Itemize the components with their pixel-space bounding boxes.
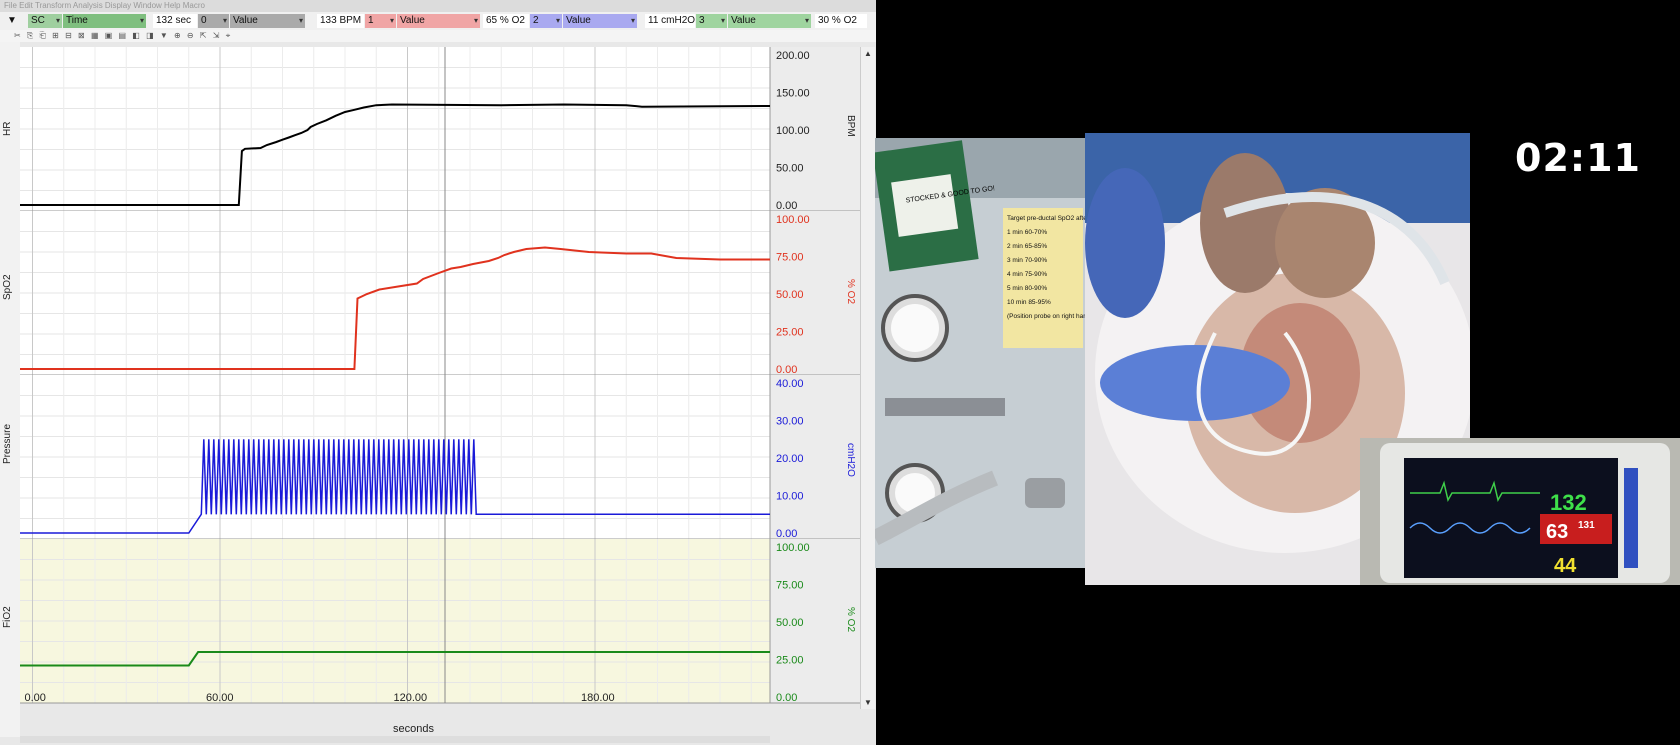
channel-bar-cell[interactable]: 133 BPM [317,14,364,28]
scale-tick-label: 0.00 [776,692,797,704]
scale-tick-label: 100.00 [776,125,810,137]
vent-card-line: 1 min 60-70% [1007,229,1047,236]
scale-tick-label: 25.00 [776,655,804,667]
unit-label: BPM [845,115,856,137]
channel-bar-cell[interactable]: 3 [696,14,727,28]
channel-bar-cell[interactable]: 30 % O2 [815,14,867,28]
scale-tick-label: 75.00 [776,252,804,264]
scroll-up-icon[interactable]: ▲ [864,49,872,58]
labchart-window: File Edit Transform Analysis Display Win… [0,0,876,745]
channel-title[interactable]: FiO2 [2,606,13,628]
menu-bar[interactable]: File Edit Transform Analysis Display Win… [0,0,876,12]
channel-bar-cell[interactable]: 65 % O2 [483,14,529,28]
channel-bar-cell[interactable]: Value [230,14,305,28]
channel-value-bar: SCTime132 sec0Value133 BPM1Value65 % O22… [0,12,876,30]
monitor-hr-value: 132 [1550,490,1587,515]
monitor-bp-value: 131 [1578,520,1595,531]
monitor-spo2-value: 63 [1546,521,1568,543]
vent-card-line: 5 min 80-90% [1007,285,1047,292]
scale-tick-label: 0.00 [776,528,797,540]
vent-card-line: (Position probe on right hand) [1007,313,1085,320]
monitor-rr-value: 44 [1554,555,1577,577]
horizontal-scrollbar[interactable] [20,736,770,743]
scale-tick-label: 200.00 [776,50,810,62]
vertical-scrollbar[interactable]: ▲ ▼ [860,47,875,709]
channel-bar-cell[interactable]: 11 cmH2O [645,14,695,28]
scale-tick-label: 30.00 [776,416,804,428]
chart-area[interactable]: 200.00 150.00 100.00 50.00 0.00 BPM 100.00 75.0… [20,47,860,709]
channel-bar-cell[interactable]: SC [28,14,62,28]
scale-tick-label: 0.00 [776,364,797,376]
vent-card-line: 2 min 65-85% [1007,243,1047,250]
scale-tick-label: 50.00 [776,163,804,175]
vent-card-line: Target pre-ductal SpO2 after birth [1007,215,1085,222]
channel-bar-cell[interactable]: Time [63,14,146,28]
scale-tick-label: 20.00 [776,453,804,465]
x-axis-title: seconds [393,723,434,735]
channel-bar-cell[interactable]: 1 [365,14,396,28]
channel-bar-cell[interactable]: Value [563,14,637,28]
x-tick-label: 180.00 [581,692,615,704]
scale-tick-label: 100.00 [776,214,810,226]
scale-tick-label: 0.00 [776,200,797,212]
channel-bar-cell[interactable]: 2 [530,14,562,28]
x-tick-label: 0.00 [25,692,46,704]
channel-bar-cell[interactable]: 0 [198,14,229,28]
video-timer: 02:11 [1515,136,1641,180]
channel-bar-cell[interactable]: Value [397,14,480,28]
vent-card-line: 4 min 75-90% [1007,271,1047,278]
unit-label: % O2 [845,279,856,304]
x-tick-label: 120.00 [394,692,428,704]
channel-title-strip: HR SpO2 Pressure FiO2 [0,42,20,737]
patient-monitor-video: 132 63 131 44 [1360,438,1680,585]
unit-label: % O2 [845,607,856,632]
scale-tick-label: 75.00 [776,580,804,592]
scale-tick-label: 50.00 [776,289,804,301]
vent-card-line: 3 min 70-90% [1007,257,1047,264]
scale-tick-label: 10.00 [776,491,804,503]
vent-card-line: 10 min 85-95% [1007,299,1051,306]
scale-tick-label: 150.00 [776,88,810,100]
channel-title[interactable]: SpO2 [2,274,13,300]
channel-title[interactable]: Pressure [2,424,13,464]
channel-menu-icon[interactable]: ▼ [4,14,24,28]
icon-toolbar[interactable]: ✂ ⎘ ⎗ ⊞ ⊟ ⊠ ▦ ▣ ▤ ◧ ◨ ▼ ⊕ ⊖ ⇱ ⇲ ⌖ [0,30,876,42]
scale-tick-label: 50.00 [776,617,804,629]
scale-tick-label: 100.00 [776,542,810,554]
channel-bar-cell[interactable]: Value [728,14,811,28]
scroll-down-icon[interactable]: ▼ [864,698,872,707]
scale-tick-label: 25.00 [776,327,804,339]
channel-title[interactable]: HR [2,122,13,136]
channel-bar-cell[interactable]: 132 sec [153,14,197,28]
ventilator-video: STOCKED & GOOD TO GO! Target pre-ductal … [875,138,1085,568]
x-tick-label: 60.00 [206,692,234,704]
scale-tick-label: 40.00 [776,378,804,390]
unit-label: cmH2O [845,443,856,477]
